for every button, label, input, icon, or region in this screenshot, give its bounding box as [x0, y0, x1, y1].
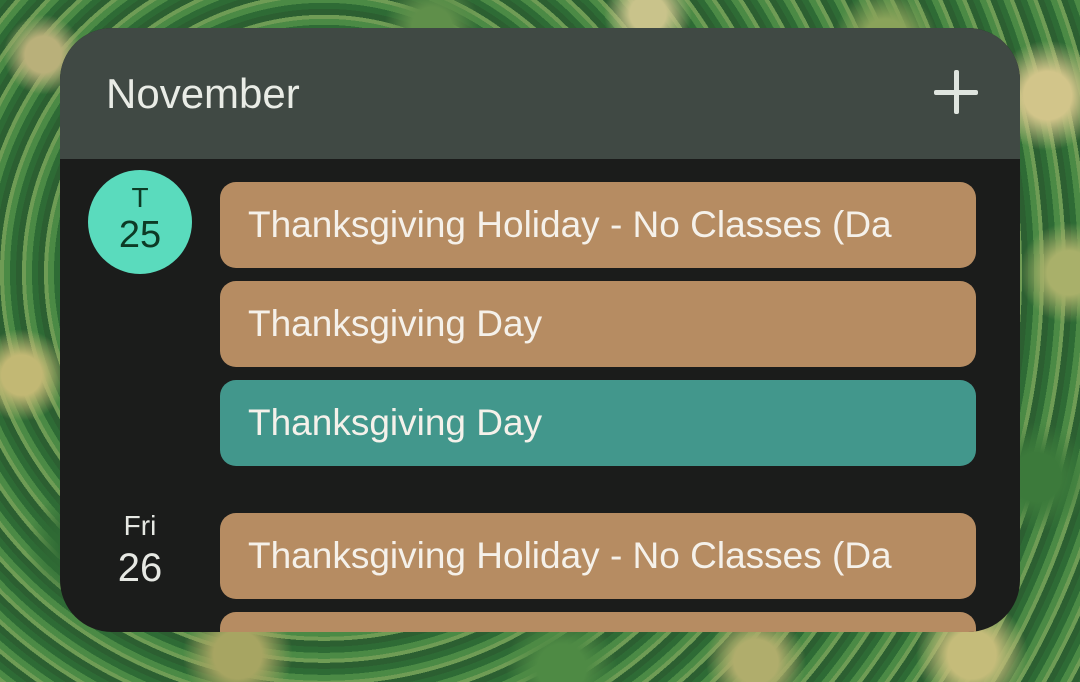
today-date-badge[interactable]: T 25 [88, 170, 192, 274]
month-title[interactable]: November [106, 70, 300, 118]
event-chip[interactable] [220, 612, 976, 632]
calendar-widget: November T 25 Thanksgiving Holiday - No … [60, 28, 1020, 632]
day-of-week: T [131, 182, 149, 213]
widget-header: November [60, 28, 1020, 159]
event-chip[interactable]: Thanksgiving Day [220, 380, 976, 466]
event-chip[interactable]: Thanksgiving Day [220, 281, 976, 367]
day-number: 25 [118, 214, 162, 256]
date-label[interactable]: Fri 26 [88, 510, 192, 594]
event-chip[interactable]: Thanksgiving Holiday - No Classes (Da [220, 513, 976, 599]
day-of-week: Fri [123, 510, 157, 541]
add-event-button[interactable] [932, 68, 980, 116]
day-number: 26 [117, 546, 163, 590]
event-chip[interactable]: Thanksgiving Holiday - No Classes (Da [220, 182, 976, 268]
